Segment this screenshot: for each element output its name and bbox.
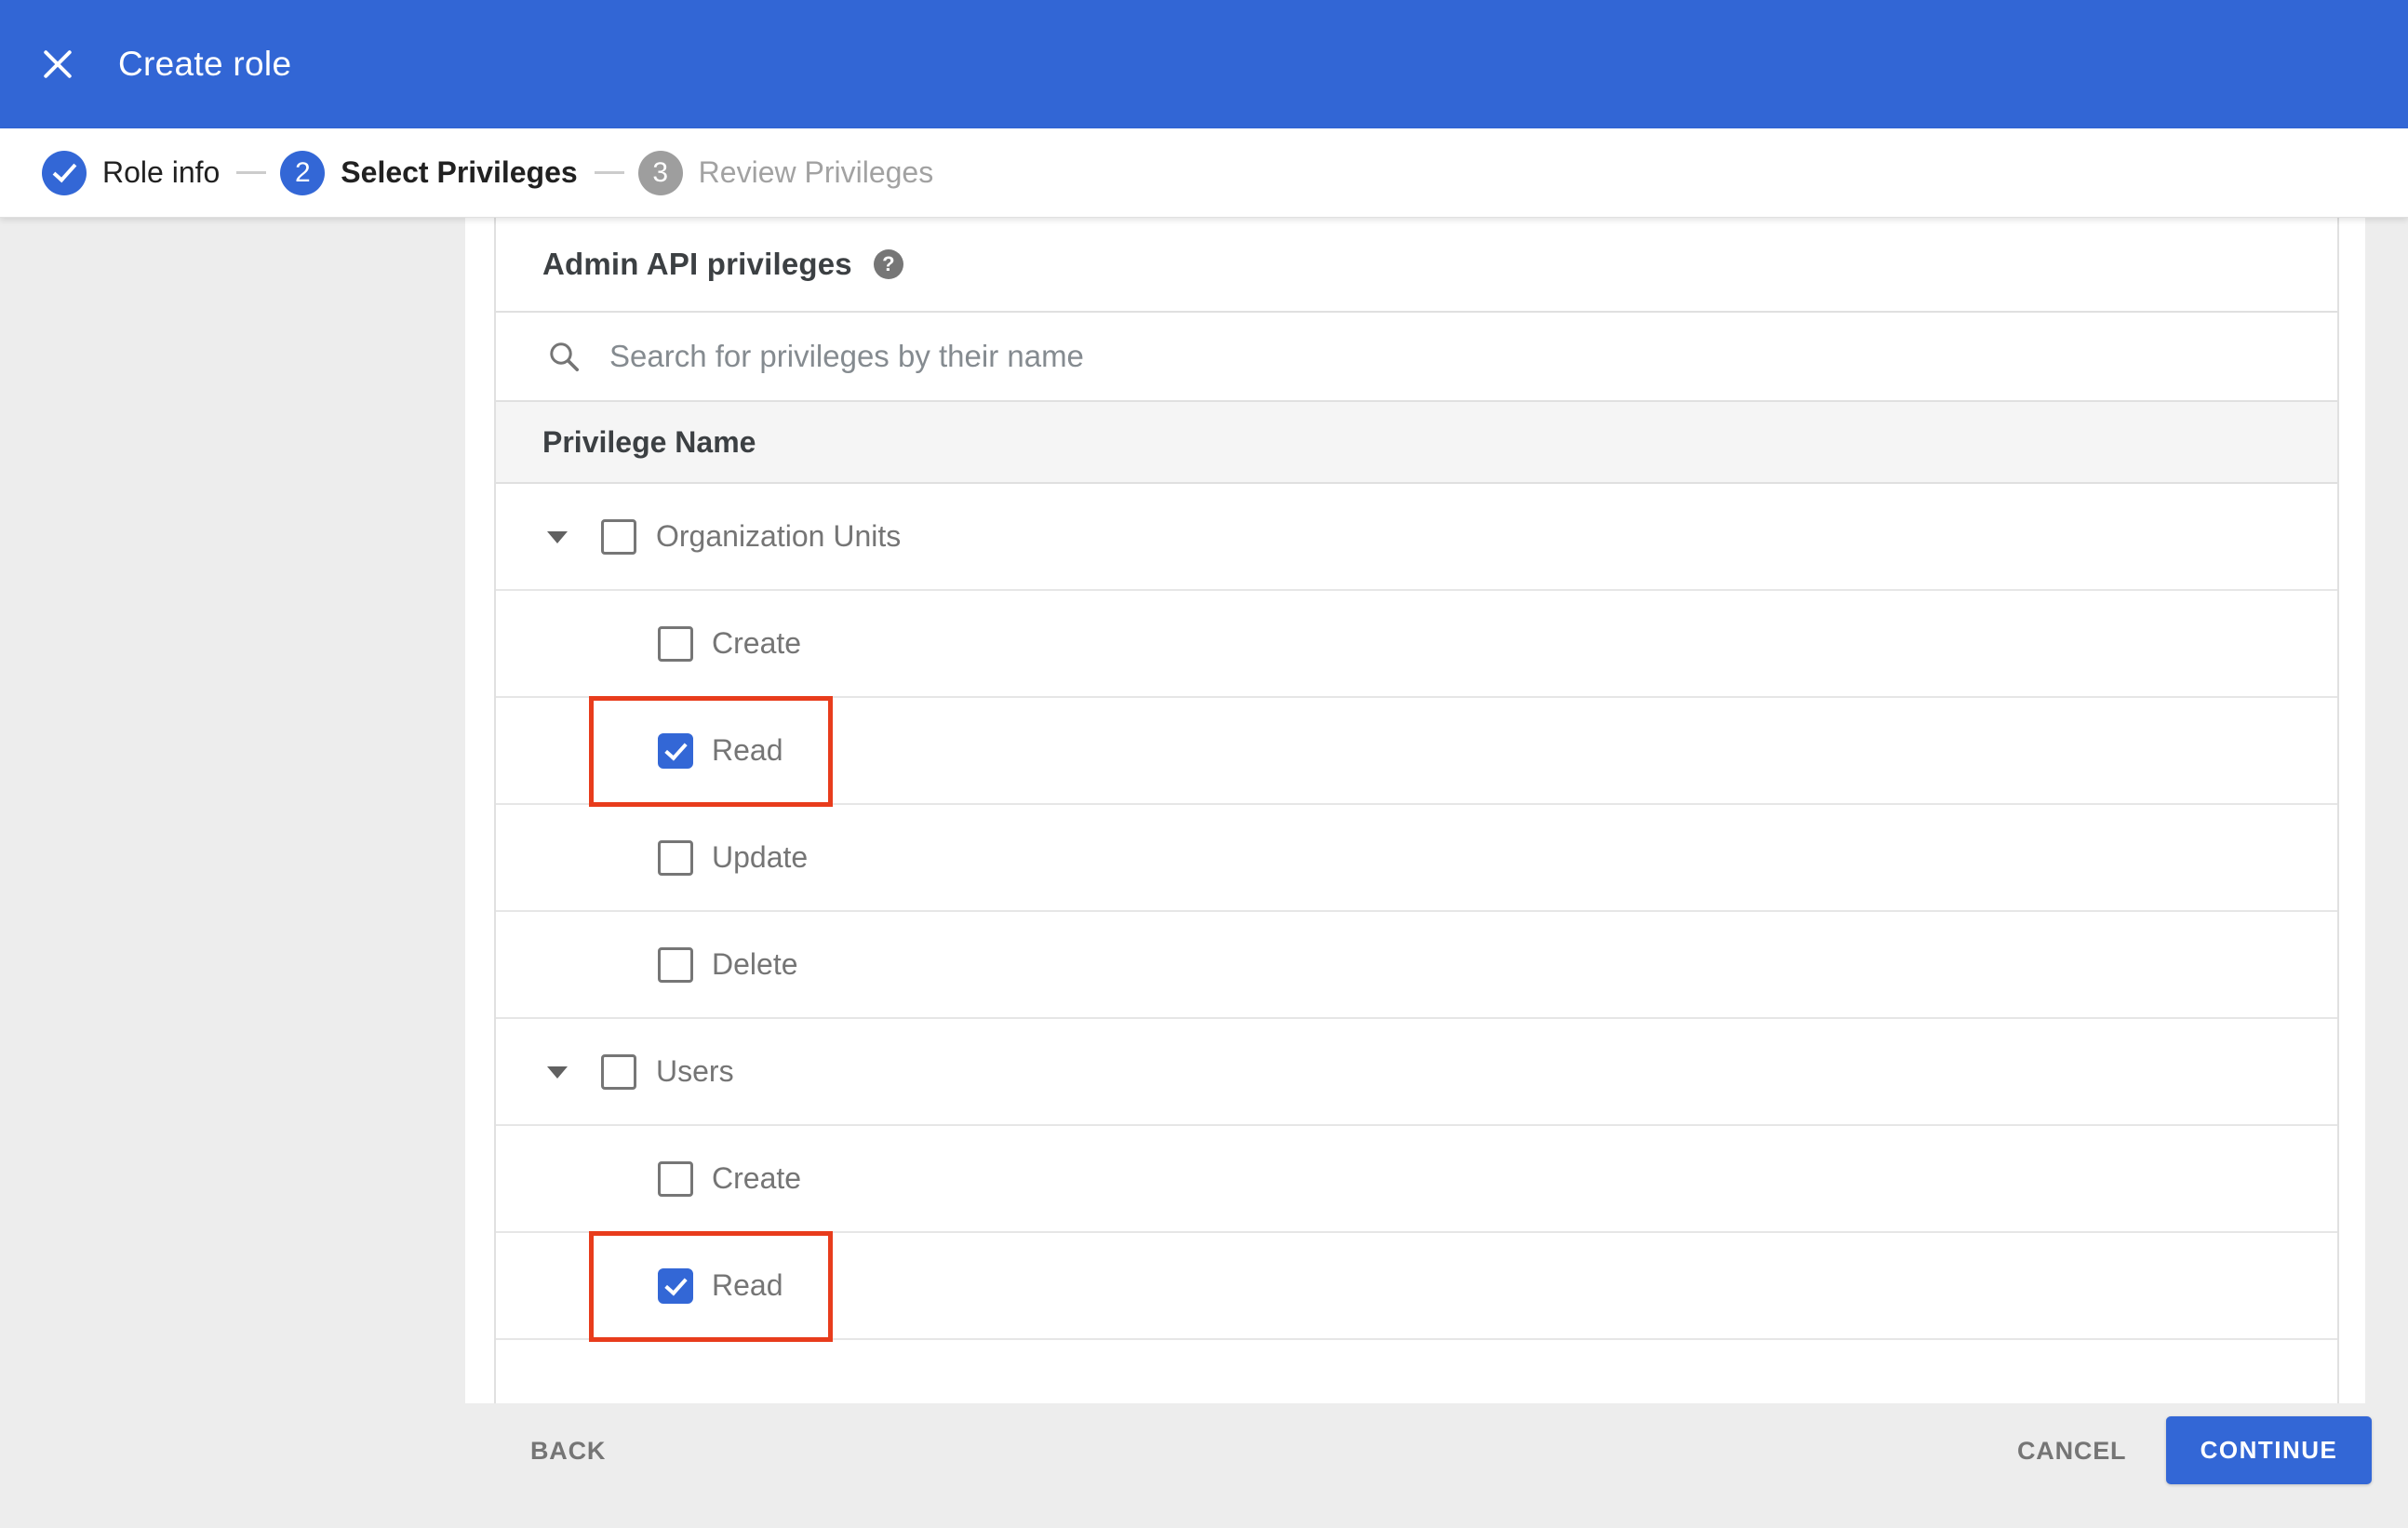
titlebar: Create role (0, 0, 2408, 128)
card-heading: Admin API privileges ? (496, 218, 2337, 313)
checkbox-update[interactable] (658, 839, 693, 876)
checkbox-create[interactable] (658, 1160, 693, 1197)
step-label: Role info (102, 155, 221, 189)
table-row: Read (496, 1231, 2337, 1342)
section-title: Admin API privileges (542, 247, 852, 281)
table-row: Delete (496, 912, 2337, 1019)
column-header: Privilege Name (496, 402, 2337, 484)
close-icon[interactable] (41, 47, 74, 81)
checkbox-users[interactable] (601, 1053, 636, 1090)
step-number: 2 (280, 150, 326, 195)
checkbox-organization-units[interactable] (601, 518, 636, 555)
step-review-privileges[interactable]: 3 Review Privileges (637, 150, 934, 195)
help-icon[interactable]: ? (873, 249, 903, 279)
privileges-card: Admin API privileges ? Privilege Name Or… (494, 218, 2339, 1403)
annotation-highlight-box (589, 1231, 833, 1342)
search-bar (496, 313, 2337, 402)
checkbox-create[interactable] (658, 625, 693, 662)
stepper-bar: Role info 2 Select Privileges 3 Review P… (0, 128, 2408, 218)
privilege-label: Users (656, 1054, 734, 1088)
privilege-table-body: Organization Units Create Read Update Delete… (496, 484, 2337, 1403)
privilege-label: Delete (712, 947, 798, 981)
privilege-label: Create (712, 1161, 802, 1195)
footer-bar: BACK CANCEL CONTINUE (0, 1403, 2408, 1528)
step-connector (236, 171, 267, 174)
step-select-privileges[interactable]: 2 Select Privileges (280, 150, 578, 195)
table-row (496, 1340, 2337, 1403)
expander-arrow-icon[interactable] (547, 1066, 568, 1079)
privilege-label: Read (712, 733, 783, 767)
checkbox-read[interactable] (658, 1267, 693, 1304)
cancel-button[interactable]: CANCEL (2017, 1425, 2126, 1477)
annotation-highlight-box (589, 696, 833, 807)
checkmark-icon (664, 1271, 688, 1296)
privilege-label: Update (712, 840, 809, 874)
privilege-label: Read (712, 1268, 783, 1302)
table-row: Organization Units (496, 484, 2337, 591)
checkbox-read[interactable] (658, 732, 693, 769)
privilege-label: Organization Units (656, 519, 902, 553)
table-row: Create (496, 591, 2337, 698)
table-row: Create (496, 1126, 2337, 1233)
table-row: Update (496, 805, 2337, 912)
table-row: Read (496, 696, 2337, 807)
step-done-icon (42, 150, 87, 195)
expander-arrow-icon[interactable] (547, 530, 568, 543)
checkmark-icon (664, 736, 688, 761)
search-icon (550, 342, 580, 372)
search-input[interactable] (609, 339, 1912, 374)
privilege-label: Create (712, 626, 802, 660)
checkbox-delete[interactable] (658, 946, 693, 983)
step-connector (594, 171, 624, 174)
continue-button[interactable]: CONTINUE (2166, 1416, 2372, 1484)
step-number: 3 (637, 150, 683, 195)
table-row: Users (496, 1019, 2337, 1126)
step-label: Review Privileges (698, 155, 934, 189)
back-button[interactable]: BACK (530, 1425, 606, 1477)
page-title: Create role (118, 45, 292, 83)
step-label: Select Privileges (341, 155, 578, 189)
step-role-info[interactable]: Role info (42, 150, 221, 195)
